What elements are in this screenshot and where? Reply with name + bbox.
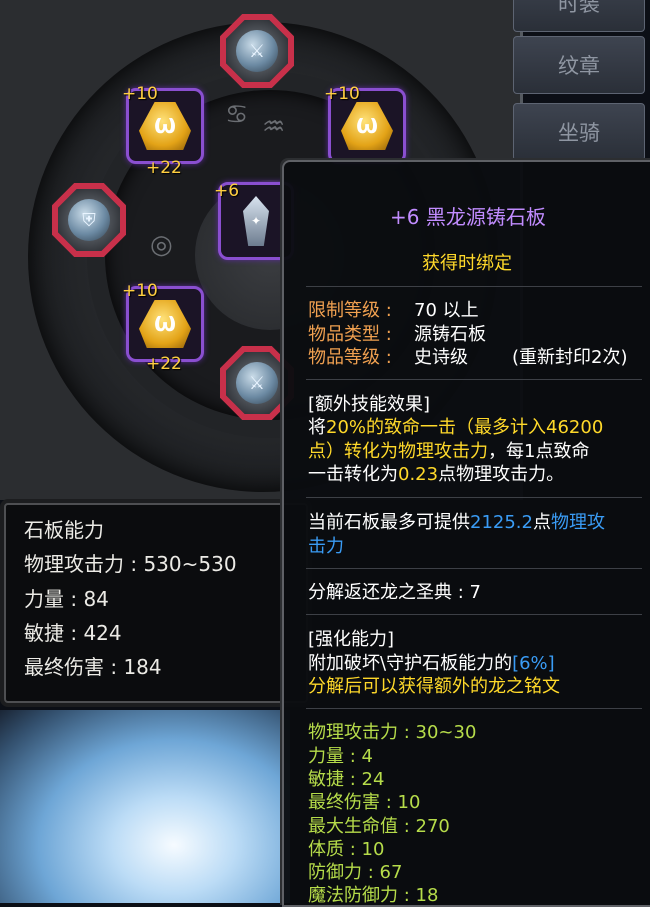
stat-line: 敏捷 : 424 bbox=[24, 621, 122, 645]
stat-line: 力量 : 84 bbox=[24, 587, 109, 611]
background-art bbox=[0, 710, 290, 903]
type-label: 物品类型 : bbox=[308, 324, 392, 345]
skill-line: 将20%的致命一击（最多计入46200 bbox=[308, 417, 604, 438]
rune-gem-icon: Ѡ bbox=[341, 102, 393, 150]
skill-line: 点）转化为物理攻击力，每1点致命 bbox=[308, 441, 590, 462]
stats-title: 石板能力 bbox=[24, 518, 104, 542]
enhance-header: [强化能力] bbox=[308, 629, 395, 650]
enhance-badge: +22 bbox=[146, 158, 182, 178]
enhance-line: 附加破坏\守护石板能力的[6%] bbox=[308, 653, 555, 674]
attr-line: 防御力 : 67 bbox=[308, 862, 403, 883]
tab-emblem[interactable]: 纹章 bbox=[513, 36, 645, 94]
reseal-count: (重新封印2次) bbox=[512, 347, 628, 368]
enhance-badge: +22 bbox=[146, 354, 182, 374]
rune-gem-icon: Ѡ bbox=[139, 300, 191, 348]
type-value: 源铸石板 bbox=[414, 324, 486, 345]
item-tooltip: +6 黑龙源铸石板 获得时绑定 限制等级 : 70 以上 物品类型 : 源铸石板… bbox=[282, 160, 650, 907]
crystal-icon: ✦ bbox=[243, 196, 269, 246]
enhance-badge: +10 bbox=[122, 84, 158, 104]
skill-line: 一击转化为0.23点物理攻击力。 bbox=[308, 464, 565, 485]
rune-gem-icon: Ѡ bbox=[139, 102, 191, 150]
item-title: +6 黑龙源铸石板 bbox=[390, 205, 546, 229]
enhance-line: 分解后可以获得额外的龙之铭文 bbox=[308, 676, 560, 697]
tab-fashion[interactable]: 时装 bbox=[513, 0, 645, 32]
bind-status: 获得时绑定 bbox=[422, 253, 512, 274]
enhance-badge: +10 bbox=[122, 281, 158, 301]
attr-line: 最终伤害 : 10 bbox=[308, 792, 421, 813]
stat-line: 物理攻击力 : 530~530 bbox=[24, 552, 237, 576]
level-value: 70 以上 bbox=[414, 300, 479, 321]
level-label: 限制等级 : bbox=[308, 300, 392, 321]
grade-value: 史诗级 bbox=[414, 347, 468, 368]
rune-icon: ♒ bbox=[262, 112, 286, 142]
rune-icon: ♋ bbox=[225, 100, 249, 130]
max-provide-line: 击力 bbox=[308, 536, 344, 557]
stat-line: 最终伤害 : 184 bbox=[24, 655, 162, 679]
attr-line: 物理攻击力 : 30~30 bbox=[308, 722, 477, 743]
shield-gem-icon: ⛨ bbox=[68, 199, 110, 241]
attr-line: 敏捷 : 24 bbox=[308, 769, 385, 790]
enhance-badge: +10 bbox=[324, 84, 360, 104]
max-provide-line: 当前石板最多可提供2125.2点物理攻 bbox=[308, 512, 605, 533]
enhance-badge: +6 bbox=[214, 181, 240, 201]
attr-line: 力量 : 4 bbox=[308, 746, 373, 767]
rune-icon: ◎ bbox=[150, 230, 173, 260]
attr-line: 魔法防御力 : 18 bbox=[308, 885, 439, 906]
skill-header: [额外技能效果] bbox=[308, 394, 431, 415]
sword-gem-icon: ⚔ bbox=[236, 30, 278, 72]
attr-line: 最大生命值 : 270 bbox=[308, 816, 450, 837]
slab-stats-panel: 石板能力 物理攻击力 : 530~530 力量 : 84 敏捷 : 424 最终… bbox=[4, 503, 308, 703]
dismantle-return: 分解返还龙之圣典 : 7 bbox=[308, 582, 481, 603]
attr-line: 体质 : 10 bbox=[308, 839, 385, 860]
sword-gem-icon: ⚔ bbox=[236, 362, 278, 404]
slab-slot-top[interactable]: ⚔ bbox=[220, 14, 294, 88]
slab-slot-left[interactable]: ⛨ bbox=[52, 183, 126, 257]
grade-label: 物品等级 : bbox=[308, 347, 392, 368]
tab-mount[interactable]: 坐骑 bbox=[513, 103, 645, 161]
